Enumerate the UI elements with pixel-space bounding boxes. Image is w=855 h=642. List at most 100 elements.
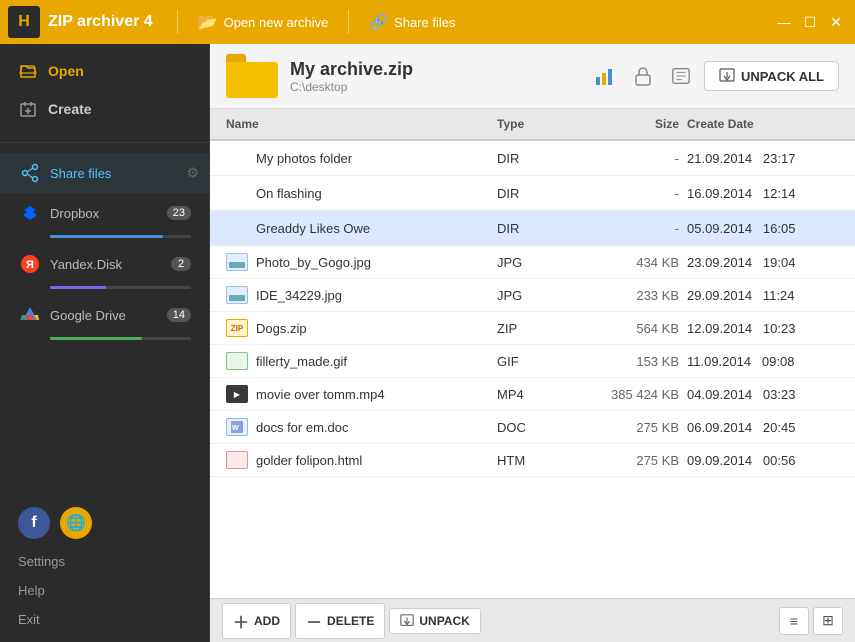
file-rows-container: My photos folder DIR - 21.09.2014 23:17 … <box>210 141 855 477</box>
file-date: 06.09.2014 20:45 <box>683 418 843 437</box>
file-type: GIF <box>493 352 583 371</box>
sidebar-item-gdrive[interactable]: Google Drive 14 <box>0 295 209 335</box>
dropbox-icon <box>18 201 42 225</box>
file-date: 09.09.2014 00:56 <box>683 451 843 470</box>
file-date: 11.09.2014 09:08 <box>683 352 843 371</box>
svg-text:W: W <box>232 425 239 432</box>
file-name: IDE_34229.jpg <box>222 284 493 306</box>
maximize-button[interactable]: ☐ <box>799 11 821 33</box>
folder-open-icon: 📂 <box>198 12 218 32</box>
col-name: Name <box>222 115 493 133</box>
file-size: 153 KB <box>583 352 683 371</box>
file-size: - <box>583 219 683 238</box>
file-size: - <box>583 184 683 203</box>
image-icon <box>226 286 248 304</box>
close-button[interactable]: ✕ <box>825 11 847 33</box>
table-row[interactable]: golder folipon.html HTM 275 KB 09.09.201… <box>210 444 855 477</box>
col-size: Size <box>583 115 683 133</box>
table-row[interactable]: My photos folder DIR - 21.09.2014 23:17 <box>210 141 855 176</box>
file-date: 04.09.2014 03:23 <box>683 385 843 404</box>
social-icons: f 🌐 <box>0 499 209 547</box>
list-view-button[interactable]: ≡ <box>779 607 809 635</box>
folder-icon <box>226 148 248 168</box>
sidebar-divider <box>0 142 209 143</box>
dropbox-progress-bar <box>50 235 163 238</box>
sidebar-item-share-files[interactable]: Share files ⚙ <box>0 153 209 193</box>
table-row[interactable]: ZIPDogs.zip ZIP 564 KB 12.09.2014 10:23 <box>210 312 855 345</box>
file-date: 16.09.2014 12:14 <box>683 184 843 203</box>
archive-header: My archive.zip C:\desktop <box>210 44 855 109</box>
chart-icon[interactable] <box>590 61 620 91</box>
open-icon <box>18 61 38 81</box>
table-row[interactable]: IDE_34229.jpg JPG 233 KB 29.09.2014 11:2… <box>210 279 855 312</box>
create-icon <box>18 99 38 119</box>
file-date: 29.09.2014 11:24 <box>683 286 843 305</box>
image-icon <box>226 253 248 271</box>
sidebar-top: Open Create <box>0 44 209 136</box>
file-name: golder folipon.html <box>222 449 493 471</box>
file-type: MP4 <box>493 385 583 404</box>
file-date: 23.09.2014 19:04 <box>683 253 843 272</box>
file-date: 12.09.2014 10:23 <box>683 319 843 338</box>
file-size: - <box>583 149 683 168</box>
file-name: On flashing <box>222 181 493 205</box>
file-type: DIR <box>493 149 583 168</box>
delete-button[interactable]: － DELETE <box>295 603 385 639</box>
yandex-progress-wrap <box>50 286 191 289</box>
gif-icon <box>226 352 248 370</box>
archive-info: My archive.zip C:\desktop <box>290 59 578 94</box>
table-row[interactable]: movie over tomm.mp4 MP4 385 424 KB 04.09… <box>210 378 855 411</box>
title-bar: H ZIP archiver 4 📂 Open new archive 🔗 Sh… <box>0 0 855 44</box>
app-logo: H <box>8 6 40 38</box>
file-name: Greaddy Likes Owe <box>222 216 493 240</box>
table-header: Name Type Size Create Date <box>210 109 855 141</box>
archive-folder-icon <box>226 54 278 98</box>
file-size: 385 424 KB <box>583 385 683 404</box>
website-icon[interactable]: 🌐 <box>60 507 92 539</box>
table-row[interactable]: On flashing DIR - 16.09.2014 12:14 <box>210 176 855 211</box>
info-icon[interactable] <box>666 61 696 91</box>
folder-icon <box>226 183 248 203</box>
cloud-section: Share files ⚙ Dropbox 23 <box>0 149 209 350</box>
open-archive-button[interactable]: 📂 Open new archive <box>186 8 341 36</box>
svg-text:Я: Я <box>26 259 34 271</box>
table-row[interactable]: fillerty_made.gif GIF 153 KB 11.09.2014 … <box>210 345 855 378</box>
sidebar-item-open[interactable]: Open <box>0 52 209 90</box>
archive-path: C:\desktop <box>290 80 578 94</box>
sidebar-bottom: f 🌐 Settings Help Exit <box>0 487 209 642</box>
gdrive-progress-wrap <box>50 337 191 340</box>
exit-link[interactable]: Exit <box>0 605 209 634</box>
title-divider <box>177 10 178 34</box>
unpack-all-button[interactable]: UNPACK ALL <box>704 61 839 91</box>
col-type: Type <box>493 115 583 133</box>
table-row[interactable]: Wdocs for em.doc DOC 275 KB 06.09.2014 2… <box>210 411 855 444</box>
doc-icon: W <box>226 418 248 436</box>
share-icon: 🔗 <box>369 13 388 31</box>
title-divider2 <box>348 10 349 34</box>
zip-icon: ZIP <box>226 319 248 337</box>
unpack-icon <box>400 614 414 628</box>
table-row[interactable]: Photo_by_Gogo.jpg JPG 434 KB 23.09.2014 … <box>210 246 855 279</box>
help-link[interactable]: Help <box>0 576 209 605</box>
add-button[interactable]: ＋ ADD <box>222 603 291 639</box>
file-size: 275 KB <box>583 418 683 437</box>
sidebar-item-create[interactable]: Create <box>0 90 209 128</box>
share-files-titlebar-button[interactable]: 🔗 Share files <box>357 9 467 35</box>
file-type: JPG <box>493 286 583 305</box>
share-files-icon <box>18 161 42 185</box>
file-table: Name Type Size Create Date My photos fol… <box>210 109 855 598</box>
file-size: 564 KB <box>583 319 683 338</box>
settings-link[interactable]: Settings <box>0 547 209 576</box>
main-layout: Open Create <box>0 44 855 642</box>
grid-view-button[interactable]: ⊞ <box>813 607 843 635</box>
unpack-button[interactable]: UNPACK <box>389 608 480 634</box>
sidebar-item-yandex[interactable]: Я Yandex.Disk 2 <box>0 244 209 284</box>
archive-name: My archive.zip <box>290 59 578 80</box>
table-row[interactable]: Greaddy Likes Owe DIR - 05.09.2014 16:05 <box>210 211 855 246</box>
facebook-icon[interactable]: f <box>18 507 50 539</box>
lock-icon[interactable] <box>628 61 658 91</box>
share-files-gear-icon[interactable]: ⚙ <box>186 165 199 182</box>
delete-icon: － <box>306 609 322 633</box>
minimize-button[interactable]: — <box>773 11 795 33</box>
sidebar-item-dropbox[interactable]: Dropbox 23 <box>0 193 209 233</box>
